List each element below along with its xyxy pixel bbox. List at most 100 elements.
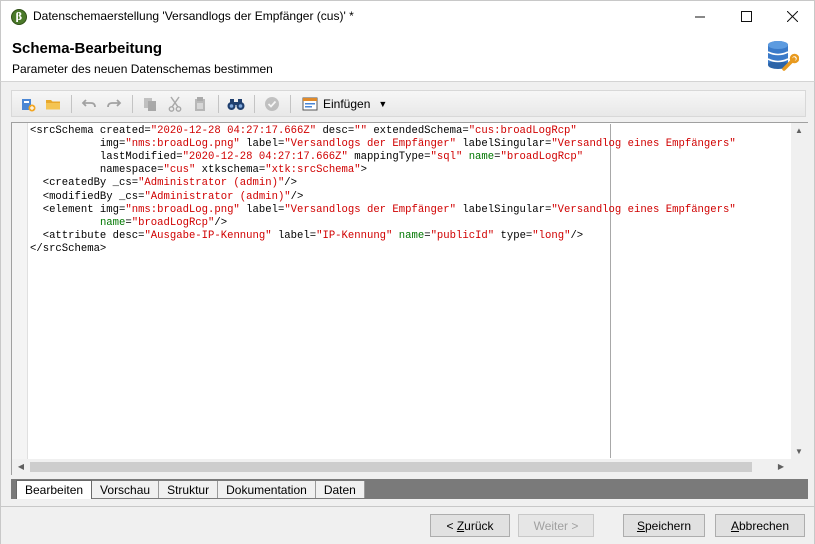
save-button[interactable]: Speichern (623, 514, 705, 537)
minimize-button[interactable] (677, 1, 723, 32)
code-token: label= (239, 138, 285, 151)
code-token: "Administrator (admin)" (144, 190, 291, 203)
maximize-icon (740, 11, 752, 22)
validate-button[interactable] (260, 93, 283, 115)
code-token: labelSingular= (455, 203, 552, 216)
horizontal-scroll-thumb[interactable] (30, 462, 752, 472)
code-token: "broadLogRcp" (500, 151, 584, 164)
window-title: Datenschemaerstellung 'Versandlogs der E… (33, 9, 354, 23)
paste-button[interactable] (188, 93, 211, 115)
open-button[interactable] (41, 93, 64, 115)
scroll-right-icon[interactable]: ▶ (774, 462, 788, 471)
find-binoculars-icon (227, 98, 244, 110)
code-token: "nms:broadLog.png" (125, 203, 240, 216)
tab-dokumentation[interactable]: Dokumentation (218, 481, 316, 498)
code-token: namespace= (30, 164, 164, 177)
editor-tab-strip: Bearbeiten Vorschau Struktur Dokumentation D… (11, 479, 808, 499)
maximize-button[interactable] (723, 1, 769, 32)
code-token: "2020-12-28 04:27:17.666Z" (182, 151, 348, 164)
redo-icon (106, 98, 121, 107)
code-token: "nms:broadLog.png" (125, 138, 240, 151)
toolbar-separator (218, 94, 219, 113)
code-line[interactable]: img="nms:broadLog.png" label="Versandlog… (30, 138, 736, 151)
scrollbar-corner (791, 459, 808, 475)
code-token: "sql" (430, 151, 463, 164)
code-token: "" (354, 125, 367, 137)
code-token: xtkschema= (195, 164, 266, 177)
database-wrench-icon (767, 41, 799, 71)
code-line[interactable]: <modifiedBy _cs="Administrator (admin)"/… (30, 190, 304, 204)
open-folder-icon (45, 99, 60, 109)
find-button[interactable] (224, 93, 247, 115)
app-logo-icon: β (11, 9, 27, 25)
close-button[interactable] (769, 1, 815, 32)
code-line[interactable]: <createdBy _cs="Administrator (admin)"/> (30, 177, 297, 190)
close-icon (786, 11, 798, 22)
code-line[interactable]: namespace="cus" xtkschema="xtk:srcSchema… (30, 164, 367, 177)
code-token: "Versandlog eines Empfängers" (551, 138, 736, 151)
scroll-down-icon[interactable]: ▼ (792, 447, 806, 456)
code-token: <createdBy _cs= (30, 177, 139, 190)
copy-icon (143, 97, 156, 111)
back-button[interactable]: < Zurück (430, 514, 510, 537)
editor-toolbar: Einfügen ▼ (11, 90, 806, 117)
insert-label: Einfügen (323, 96, 371, 111)
cancel-button[interactable]: Abbrechen (715, 514, 805, 537)
code-line[interactable]: lastModified="2020-12-28 04:27:17.666Z" … (30, 151, 583, 164)
code-line[interactable]: name="broadLogRcp"/> (30, 217, 227, 230)
code-token: name (468, 151, 495, 164)
vertical-scrollbar[interactable]: ▲ ▼ (791, 123, 808, 459)
cancel-button-label: Abbrechen (730, 518, 790, 533)
code-token: labelSingular= (455, 138, 552, 151)
code-line[interactable]: <srcSchema created="2020-12-28 04:27:17.… (30, 125, 577, 138)
redo-button[interactable] (102, 93, 125, 115)
code-token: extendedSchema= (366, 125, 469, 137)
code-token: "Administrator (admin)" (138, 177, 285, 190)
code-token: mappingType= (347, 151, 431, 164)
cut-button[interactable] (163, 93, 186, 115)
page-title: Schema-Bearbeitung (12, 40, 163, 57)
code-line[interactable]: <element img="nms:broadLog.png" label="V… (30, 204, 736, 217)
code-token: "2020-12-28 04:27:17.666Z" (150, 125, 317, 137)
code-token: <attribute desc= (30, 229, 145, 242)
code-token: label= (271, 229, 317, 242)
code-token: img= (30, 138, 126, 151)
validate-check-icon (264, 96, 279, 111)
tab-bearbeiten[interactable]: Bearbeiten (16, 480, 93, 499)
toolbar-separator (290, 94, 291, 113)
new-schema-button[interactable] (16, 93, 39, 115)
code-area[interactable]: <srcSchema created="2020-12-28 04:27:17.… (30, 124, 790, 458)
code-line[interactable]: </srcSchema> (30, 243, 106, 256)
code-token: type= (494, 229, 533, 242)
code-token: /> (290, 190, 304, 203)
tab-vorschau[interactable]: Vorschau (92, 481, 160, 498)
undo-icon (81, 98, 96, 107)
horizontal-scrollbar[interactable]: ◀ ▶ (12, 459, 791, 475)
toolbar-separator (132, 94, 133, 113)
back-button-label: < Zurück (446, 518, 494, 533)
code-line[interactable]: <attribute desc="Ausgabe-IP-Kennung" lab… (30, 230, 583, 243)
code-token: "Versandlog eines Empfängers" (551, 203, 736, 216)
code-token: lastModified= (30, 151, 183, 164)
toolbar-separator (254, 94, 255, 113)
undo-button[interactable] (77, 93, 100, 115)
next-button[interactable]: Weiter > (518, 514, 594, 537)
code-token: "Versandlogs der Empfänger" (284, 138, 456, 151)
xml-editor[interactable]: <srcSchema created="2020-12-28 04:27:17.… (11, 122, 808, 475)
code-token: "xtk:srcSchema" (265, 164, 361, 177)
window-title-bar: β Datenschemaerstellung 'Versandlogs der… (0, 0, 815, 31)
code-token: "long" (532, 229, 571, 242)
page-subtitle: Parameter des neuen Datenschemas bestimm… (12, 62, 273, 76)
insert-dropdown-button[interactable]: Einfügen ▼ (298, 93, 391, 115)
scroll-up-icon[interactable]: ▲ (792, 126, 806, 135)
code-token: </srcSchema> (30, 242, 107, 255)
scroll-left-icon[interactable]: ◀ (14, 462, 28, 471)
tab-struktur[interactable]: Struktur (159, 481, 219, 498)
editor-panel: Einfügen ▼ <srcSchema created="2020-12-2… (0, 81, 815, 506)
tab-daten[interactable]: Daten (315, 481, 365, 498)
code-token: label= (239, 203, 285, 216)
code-token: "cus" (163, 164, 196, 177)
copy-button[interactable] (138, 93, 161, 115)
insert-icon (302, 97, 318, 110)
